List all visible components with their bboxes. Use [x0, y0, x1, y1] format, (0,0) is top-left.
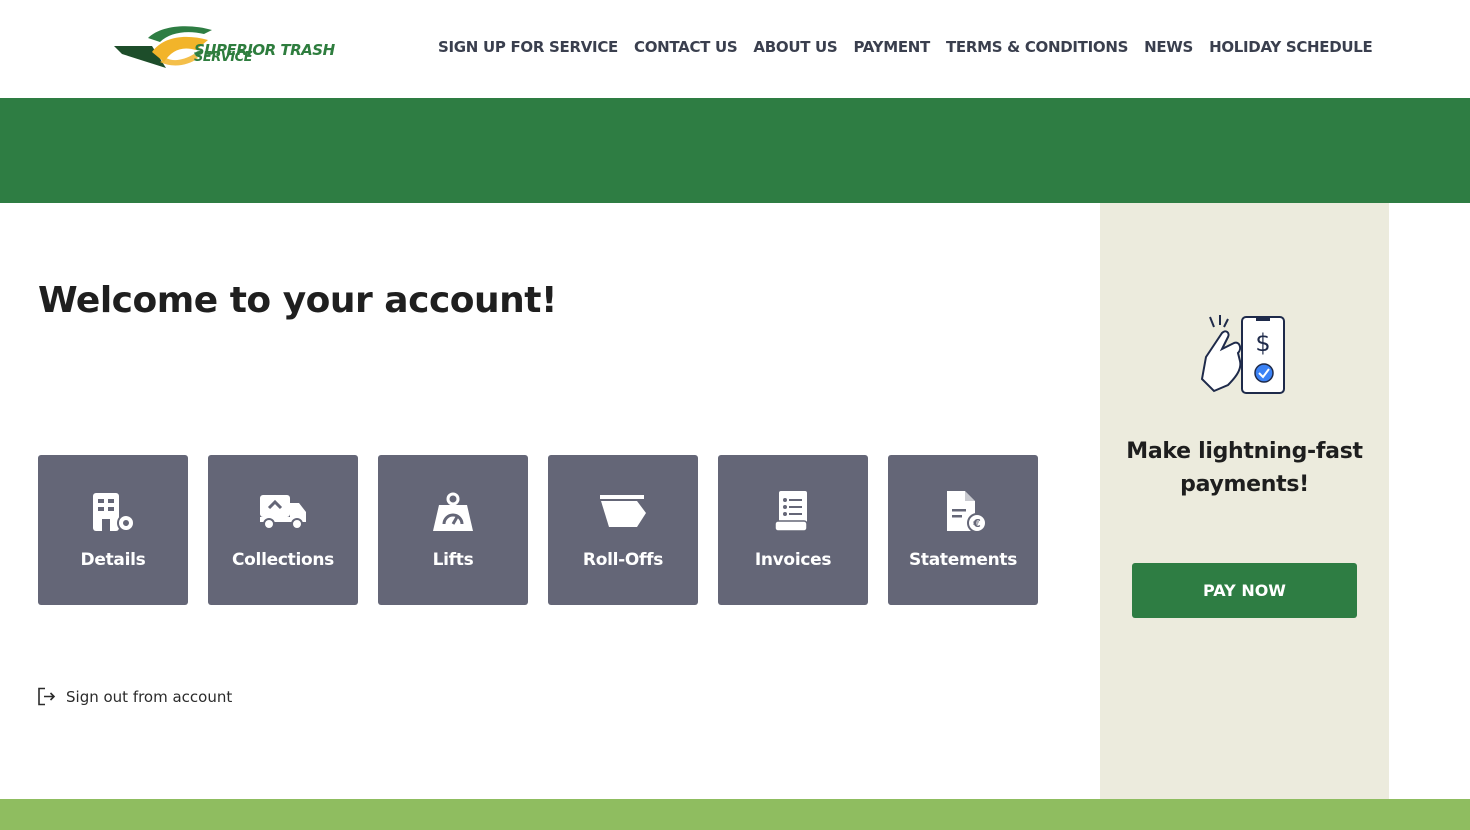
nav-sign-up[interactable]: SIGN UP FOR SERVICE [438, 38, 618, 56]
tile-label: Lifts [432, 550, 474, 570]
nav-terms[interactable]: TERMS & CONDITIONS [946, 38, 1128, 56]
tile-label: Roll-Offs [582, 550, 664, 570]
tile-invoices[interactable]: Invoices [718, 455, 868, 605]
nav-news[interactable]: NEWS [1144, 38, 1193, 56]
tile-roll-offs[interactable]: Roll-Offs [548, 455, 698, 605]
sign-out-icon [38, 687, 56, 706]
phone-payment-icon: $ [1200, 315, 1285, 394]
nav-holiday-schedule[interactable]: HOLIDAY SCHEDULE [1209, 38, 1373, 56]
footer-band [0, 799, 1470, 830]
building-gear-icon [93, 493, 135, 532]
tile-details[interactable]: Details [38, 455, 188, 605]
nav-contact-us[interactable]: CONTACT US [634, 38, 738, 56]
brand-logo[interactable]: SUPERIOR TRASH SERVICE [112, 24, 362, 72]
tile-label: Details [80, 550, 146, 570]
dumpster-icon [600, 495, 646, 527]
truck-icon [260, 495, 306, 530]
site-header: SUPERIOR TRASH SERVICE SIGN UP FOR SERVI… [0, 0, 1470, 98]
tile-label: Invoices [754, 550, 832, 570]
tile-label: Statements [908, 550, 1018, 570]
tile-statements[interactable]: € Statements [888, 455, 1038, 605]
weight-icon [433, 492, 473, 531]
promo-text: Make lightning-fast payments! [1126, 439, 1363, 497]
svg-text:€: € [972, 517, 981, 530]
nav-payment[interactable]: PAYMENT [853, 38, 930, 56]
payment-panel: $ Make lightning-fast payments! PAY NOW [1100, 203, 1389, 799]
sign-out-link[interactable]: Sign out from account [37, 687, 232, 706]
tile-lifts[interactable]: Lifts [378, 455, 528, 605]
brand-name: SUPERIOR TRASH SERVICE [194, 43, 335, 65]
page-title: Welcome to your account! [38, 280, 557, 321]
account-tiles: Details Collections Lifts Roll-Offs Invo… [38, 455, 1038, 605]
hero-band [0, 98, 1470, 203]
receipt-icon [774, 491, 808, 532]
sign-out-label: Sign out from account [66, 687, 233, 706]
tile-label: Collections [232, 550, 334, 570]
document-euro-icon: € [947, 491, 987, 533]
pay-now-button[interactable]: PAY NOW [1132, 563, 1357, 618]
nav-about-us[interactable]: ABOUT US [753, 38, 837, 56]
main-nav: SIGN UP FOR SERVICE CONTACT US ABOUT US … [438, 38, 1373, 56]
tile-collections[interactable]: Collections [208, 455, 358, 605]
svg-text:$: $ [1255, 329, 1270, 357]
